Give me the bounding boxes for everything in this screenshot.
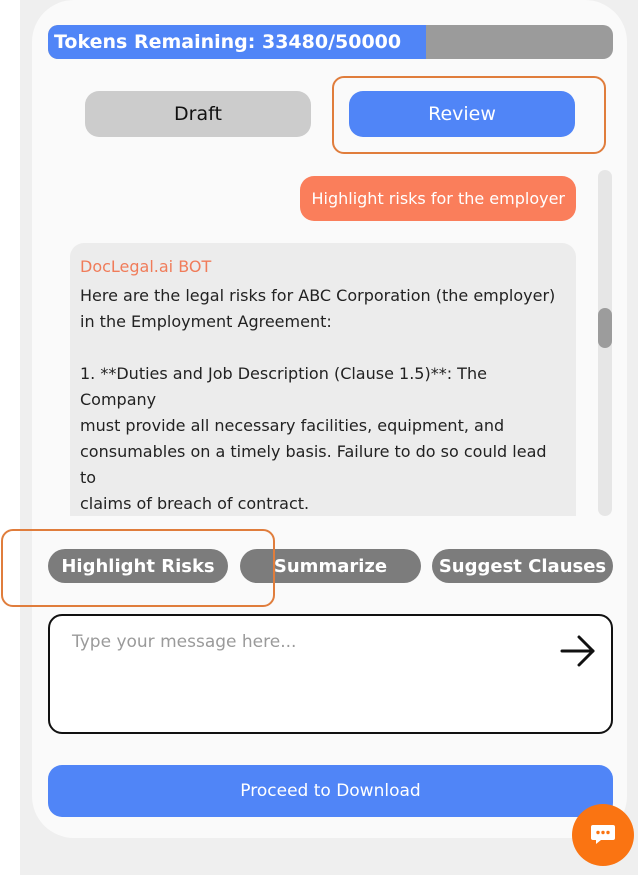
draft-mode-button[interactable]: Draft: [85, 91, 311, 137]
review-mode-button[interactable]: Review: [349, 91, 575, 137]
token-remaining-label: Tokens Remaining: 33480/50000: [54, 31, 402, 53]
chat-bubble-icon: [591, 825, 615, 844]
suggest-clauses-button[interactable]: Suggest Clauses: [432, 549, 613, 583]
user-message-bubble: Highlight risks for the employer: [300, 176, 576, 221]
token-progress-bar: Tokens Remaining: 33480/50000: [48, 25, 613, 59]
message-input-box: [48, 614, 613, 734]
chat-history[interactable]: Highlight risks for the employer DocLega…: [48, 168, 596, 516]
message-input[interactable]: [70, 630, 544, 724]
chat-scrollbar[interactable]: [598, 170, 612, 516]
summarize-button[interactable]: Summarize: [240, 549, 421, 583]
arrow-right-icon[interactable]: [559, 632, 597, 670]
proceed-download-button[interactable]: Proceed to Download: [48, 765, 613, 817]
highlight-risks-button[interactable]: Highlight Risks: [48, 549, 228, 583]
bot-name-label: DocLegal.ai BOT: [80, 257, 212, 276]
bot-message-bubble: DocLegal.ai BOT Here are the legal risks…: [70, 243, 576, 516]
chat-scrollbar-thumb[interactable]: [598, 308, 612, 348]
bot-message-text: Here are the legal risks for ABC Corpora…: [80, 286, 556, 513]
chat-launcher-button[interactable]: [572, 804, 634, 866]
